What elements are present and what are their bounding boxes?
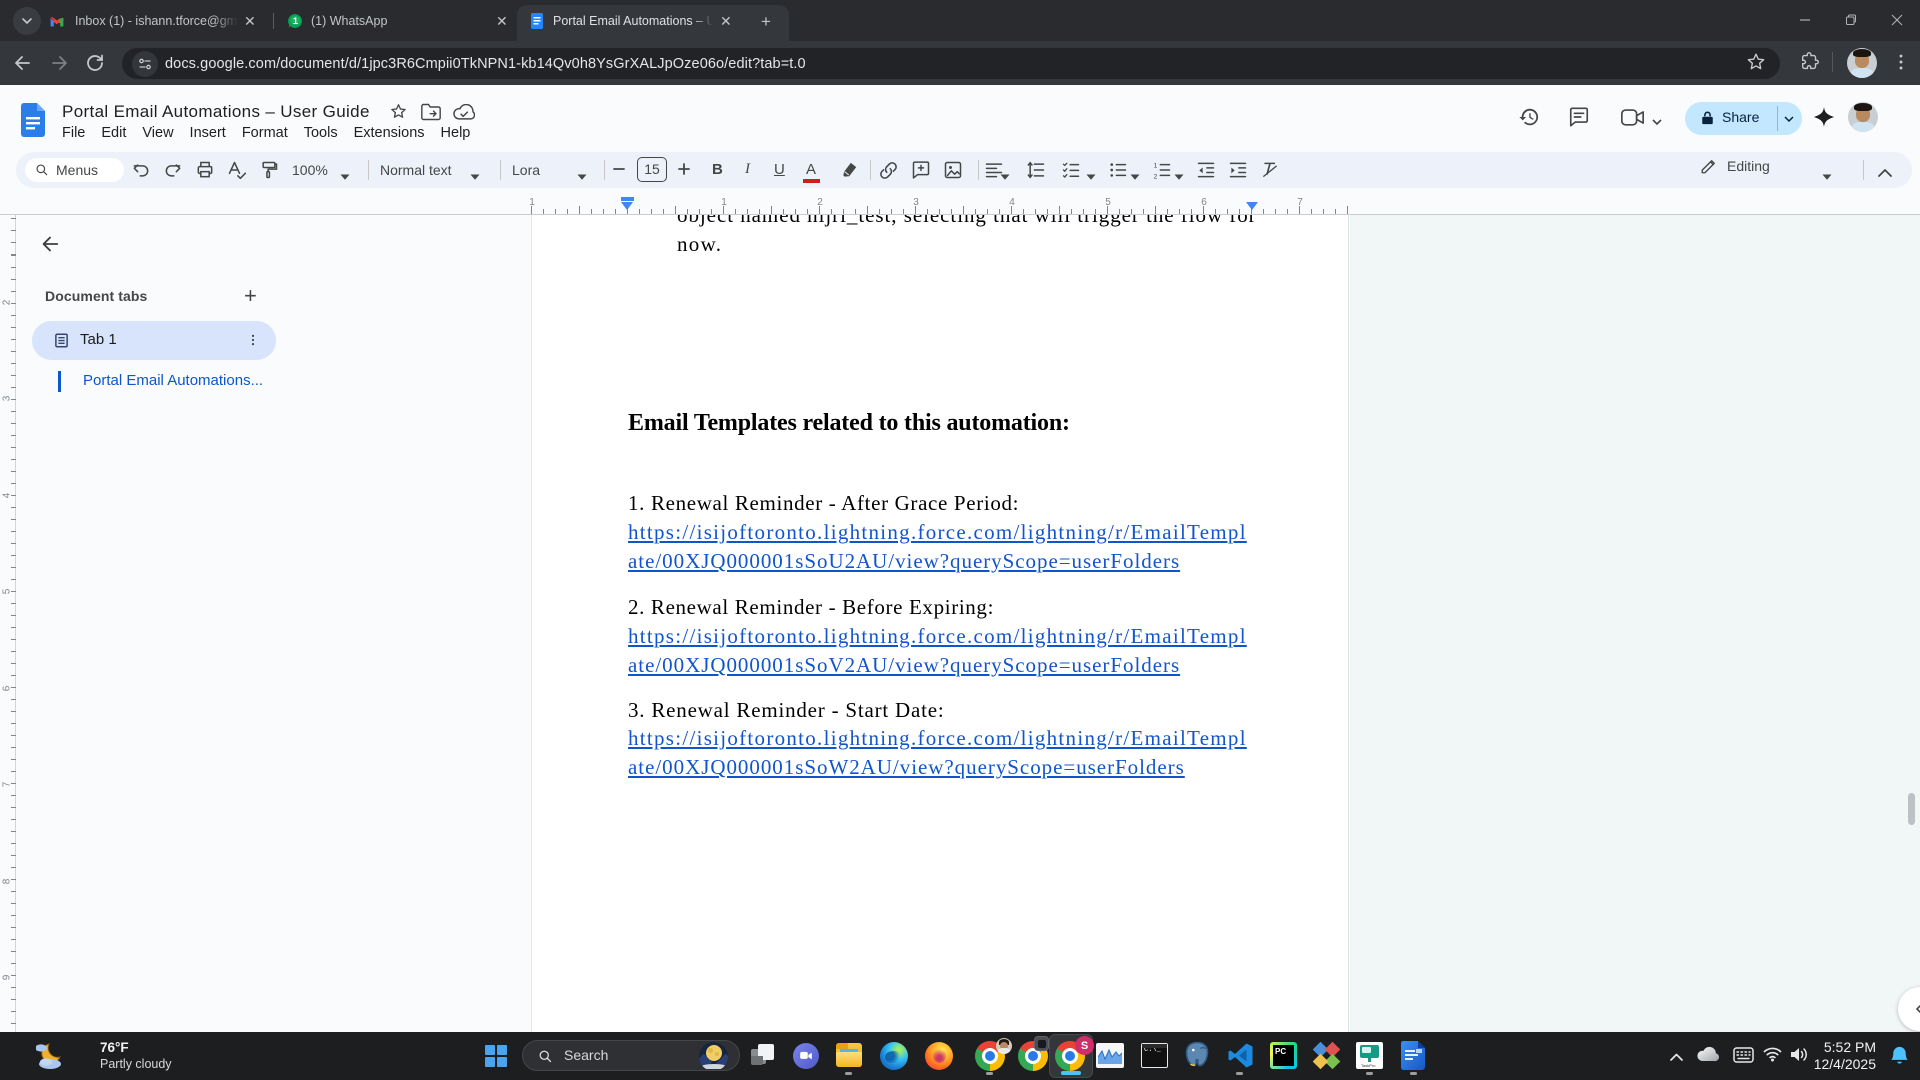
svg-text:1: 1 bbox=[293, 16, 299, 27]
svg-text:1: 1 bbox=[1154, 163, 1158, 170]
svg-text:2: 2 bbox=[1154, 173, 1158, 180]
